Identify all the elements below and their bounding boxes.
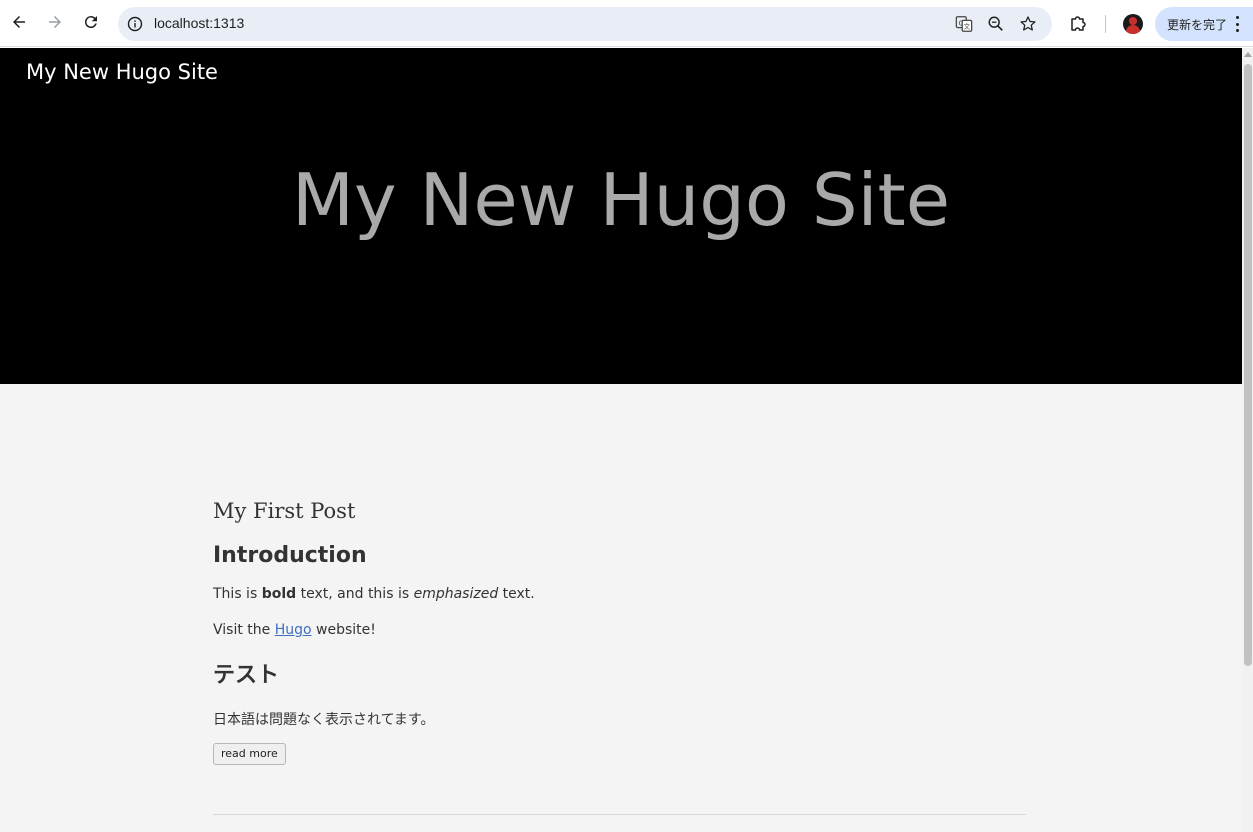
heading-introduction: Introduction <box>213 543 367 568</box>
bookmark-star-icon[interactable] <box>1018 14 1038 34</box>
paragraph-visit: Visit the Hugo website! <box>213 622 376 638</box>
zoom-icon[interactable] <box>986 14 1006 34</box>
site-brand-link[interactable]: My New Hugo Site <box>26 60 218 84</box>
browser-toolbar: localhost:1313 G文 更新を完了 <box>0 0 1253 47</box>
heading-test: テスト <box>213 663 280 688</box>
update-label: 更新を完了 <box>1167 17 1228 32</box>
toolbar-separator <box>1105 15 1106 33</box>
update-button[interactable]: 更新を完了 <box>1155 7 1253 41</box>
url-text[interactable]: localhost:1313 <box>154 15 244 31</box>
read-more-button[interactable]: read more <box>213 743 286 765</box>
translate-icon[interactable]: G文 <box>954 14 974 34</box>
hero-title: My New Hugo Site <box>291 158 951 242</box>
back-button[interactable] <box>7 10 31 34</box>
paragraph-japanese: 日本語は問題なく表示されてます。 <box>213 712 435 728</box>
post-divider <box>213 814 1026 815</box>
reload-icon <box>84 16 97 29</box>
extensions-puzzle-icon[interactable] <box>1068 12 1090 34</box>
bold-text: bold <box>261 586 297 602</box>
scroll-up-arrow-icon[interactable] <box>1244 52 1252 57</box>
svg-text:文: 文 <box>964 22 971 31</box>
paragraph-emphasis: This is bold text, and this is emphasize… <box>213 586 535 602</box>
page-viewport: My New Hugo Site My New Hugo Site My Fir… <box>0 48 1242 832</box>
site-info-icon[interactable] <box>125 14 145 34</box>
post-title-link[interactable]: My First Post <box>213 496 1026 526</box>
emphasized-text: emphasized <box>413 586 499 602</box>
address-bar[interactable]: localhost:1313 G文 <box>118 7 1052 41</box>
forward-arrow-icon <box>49 16 61 28</box>
forward-button[interactable] <box>43 10 67 34</box>
profile-avatar[interactable] <box>1123 14 1143 34</box>
post-summary: My First Post Introduction This is bold … <box>213 496 1026 765</box>
reload-button[interactable] <box>79 10 103 34</box>
menu-kebab-icon[interactable] <box>1233 16 1241 32</box>
site-header: My New Hugo Site My New Hugo Site <box>0 48 1242 384</box>
back-arrow-icon <box>13 16 25 28</box>
page-scrollbar[interactable] <box>1242 48 1253 832</box>
hugo-link[interactable]: Hugo <box>275 622 312 638</box>
scroll-thumb[interactable] <box>1244 64 1252 666</box>
